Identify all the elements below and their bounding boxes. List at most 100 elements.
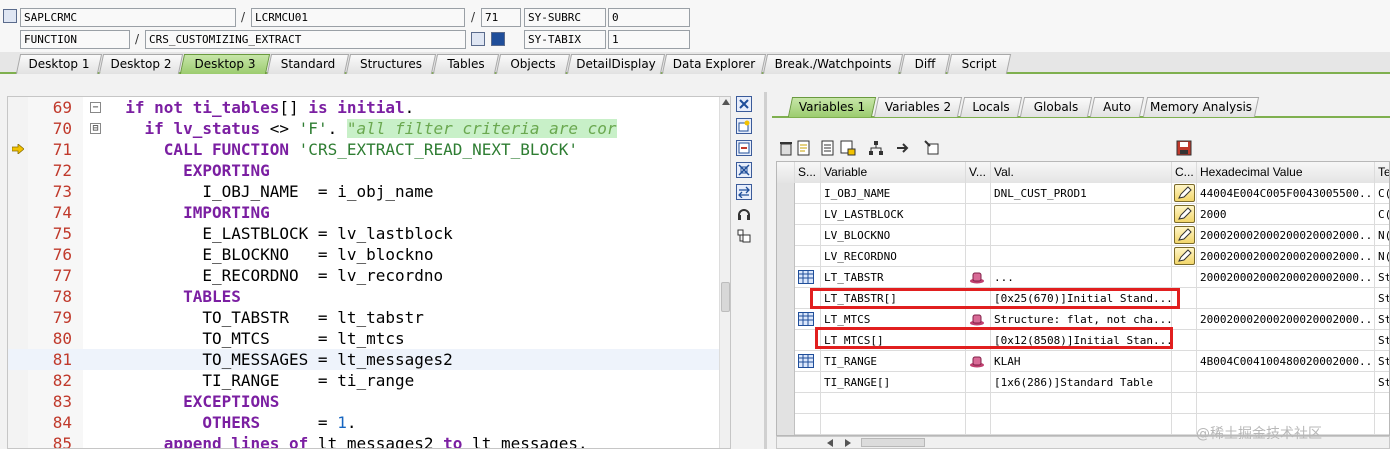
col-header-type[interactable]: Te xyxy=(1375,162,1389,183)
structure-hat-icon[interactable] xyxy=(969,312,985,326)
source-code-editor[interactable]: 69 − if not ti_tables[] is initial. 70 ⊟ if… xyxy=(7,96,731,449)
table-row[interactable]: LV_BLOCKNO 200020002000200020002000... N( xyxy=(777,225,1389,246)
edit-pencil-icon[interactable] xyxy=(1174,226,1195,244)
tab-data-explorer[interactable]: Data Explorer xyxy=(661,54,767,74)
col-header-status[interactable]: S... xyxy=(795,162,821,183)
tab-objects[interactable]: Objects xyxy=(495,54,571,74)
table-row[interactable]: LV_RECORDNO 200020002000200020002000... N( xyxy=(777,246,1389,267)
replace-tool-icon[interactable] xyxy=(736,140,752,156)
tab-desktop-2[interactable]: Desktop 2 xyxy=(98,54,184,74)
export-icon[interactable] xyxy=(840,140,856,156)
tab-locals[interactable]: Locals xyxy=(959,97,1023,117)
edit-pencil-icon[interactable] xyxy=(1174,247,1195,265)
scroll-up-icon[interactable] xyxy=(722,99,730,105)
tab-memory-analysis[interactable]: Memory Analysis xyxy=(1142,97,1260,117)
display-source-icon[interactable] xyxy=(471,32,485,46)
code-line[interactable]: 82 TI_RANGE = ti_range xyxy=(8,370,726,391)
tab-standard[interactable]: Standard xyxy=(266,54,350,74)
code-line[interactable]: 70 ⊟ if lv_status <> 'F'. "all filter cri… xyxy=(8,118,726,139)
swap-icon[interactable] xyxy=(736,184,752,200)
hierarchy-icon[interactable] xyxy=(868,140,884,156)
program-field[interactable]: SAPLCRMC xyxy=(20,8,236,27)
save-icon[interactable] xyxy=(1176,140,1192,156)
list-icon[interactable] xyxy=(820,140,836,156)
code-line[interactable]: 74 IMPORTING xyxy=(8,202,726,223)
row-selector[interactable] xyxy=(777,204,795,225)
sy-tabix-value[interactable]: 1 xyxy=(608,30,690,49)
code-line[interactable]: 73 I_OBJ_NAME = i_obj_name xyxy=(8,181,726,202)
event-type-field[interactable]: FUNCTION xyxy=(20,30,130,49)
close-icon[interactable] xyxy=(736,96,752,112)
tab-desktop-1[interactable]: Desktop 1 xyxy=(15,54,103,74)
code-line[interactable]: 79 TO_TABSTR = lt_tabstr xyxy=(8,307,726,328)
table-row[interactable]: TI_RANGE KLAH 4B004C004100480020002000... S… xyxy=(777,351,1389,372)
scroll-right-icon[interactable] xyxy=(845,439,851,447)
col-header-value[interactable]: Val. xyxy=(991,162,1172,183)
table-icon[interactable] xyxy=(798,312,814,326)
panel-splitter[interactable] xyxy=(764,92,767,449)
table-row[interactable]: TI_RANGE[] [1x6(286)]Standard Table St xyxy=(777,372,1389,393)
row-selector[interactable] xyxy=(777,330,795,351)
tab-variables-2[interactable]: Variables 2 xyxy=(873,97,963,117)
grid-scroll-thumb[interactable] xyxy=(861,438,925,447)
table-row[interactable]: LT_TABSTR... 200020002000200020002000... S… xyxy=(777,267,1389,288)
code-line[interactable]: 69 − if not ti_tables[] is initial. xyxy=(8,97,726,118)
table-row[interactable]: I_OBJ_NAME DNL_CUST_PROD1 44004E004C005F00… xyxy=(777,183,1389,204)
code-scroll-thumb[interactable] xyxy=(721,282,730,312)
pin-icon[interactable] xyxy=(924,140,940,156)
structure-hat-icon[interactable] xyxy=(969,270,985,284)
delete-icon[interactable] xyxy=(778,140,794,156)
code-line[interactable]: 80 TO_MTCS = lt_mtcs xyxy=(8,328,726,349)
new-tool-icon[interactable] xyxy=(736,118,752,134)
code-line[interactable]: 77 E_RECORDNO = lv_recordno xyxy=(8,265,726,286)
row-selector[interactable] xyxy=(777,351,795,372)
row-selector[interactable] xyxy=(777,372,795,393)
tab-structures[interactable]: Structures xyxy=(345,54,437,74)
navigate-icon[interactable] xyxy=(896,140,912,156)
row-selector[interactable] xyxy=(777,246,795,267)
sy-subrc-value[interactable]: 0 xyxy=(608,8,690,27)
row-selector[interactable] xyxy=(777,183,795,204)
row-selector[interactable] xyxy=(777,225,795,246)
tab-tables[interactable]: Tables xyxy=(432,54,500,74)
row-selector[interactable] xyxy=(777,267,795,288)
code-vertical-scrollbar[interactable] xyxy=(719,97,730,448)
settings-tools-icon[interactable] xyxy=(736,228,752,244)
tab-breakpoints-watchpoints[interactable]: Break./Watchpoints xyxy=(762,54,904,74)
col-header-change[interactable]: C... xyxy=(1172,162,1197,183)
col-header-variable[interactable]: Variable xyxy=(821,162,966,183)
code-line[interactable]: 85 append lines of lt_messages2 to lt_me… xyxy=(8,433,726,448)
table-row[interactable]: LV_LASTBLOCK 2000 C( xyxy=(777,204,1389,225)
fold-toggle-icon[interactable]: − xyxy=(90,102,101,113)
code-line[interactable]: 78 TABLES xyxy=(8,286,726,307)
code-line[interactable]: 81 TO_MESSAGES = lt_messages2 xyxy=(8,349,726,370)
fold-toggle-icon[interactable]: ⊟ xyxy=(90,123,101,134)
tab-globals[interactable]: Globals xyxy=(1019,97,1093,117)
table-icon[interactable] xyxy=(798,354,814,368)
tab-detail-display[interactable]: DetailDisplay xyxy=(566,54,666,74)
tab-script[interactable]: Script xyxy=(946,54,1012,74)
col-header-value-icon[interactable]: V... xyxy=(966,162,991,183)
tab-auto[interactable]: Auto xyxy=(1089,97,1145,117)
code-line[interactable]: 75 E_LASTBLOCK = lv_lastblock xyxy=(8,223,726,244)
col-header-hex[interactable]: Hexadecimal Value xyxy=(1197,162,1375,183)
code-line[interactable]: 72 EXPORTING xyxy=(8,160,726,181)
import-icon[interactable] xyxy=(796,140,812,156)
code-line[interactable]: 71 CALL FUNCTION 'CRS_EXTRACT_READ_NEXT_… xyxy=(8,139,726,160)
code-line[interactable]: 76 E_BLOCKNO = lv_blockno xyxy=(8,244,726,265)
tab-desktop-3[interactable]: Desktop 3 xyxy=(179,54,271,74)
structure-hat-icon[interactable] xyxy=(969,354,985,368)
table-icon[interactable] xyxy=(798,270,814,284)
row-selector[interactable] xyxy=(777,288,795,309)
edit-pencil-icon[interactable] xyxy=(1174,205,1195,223)
services-icon[interactable] xyxy=(736,206,752,222)
scroll-left-icon[interactable] xyxy=(827,439,833,447)
include-field[interactable]: LCRMCU01 xyxy=(251,8,465,27)
maximize-icon[interactable] xyxy=(736,162,752,178)
tab-diff[interactable]: Diff xyxy=(899,54,951,74)
edit-pencil-icon[interactable] xyxy=(1174,184,1195,202)
tab-variables-1[interactable]: Variables 1 xyxy=(787,97,877,117)
event-name-field[interactable]: CRS_CUSTOMIZING_EXTRACT xyxy=(145,30,466,49)
info-icon[interactable] xyxy=(491,32,505,46)
row-selector[interactable] xyxy=(777,309,795,330)
